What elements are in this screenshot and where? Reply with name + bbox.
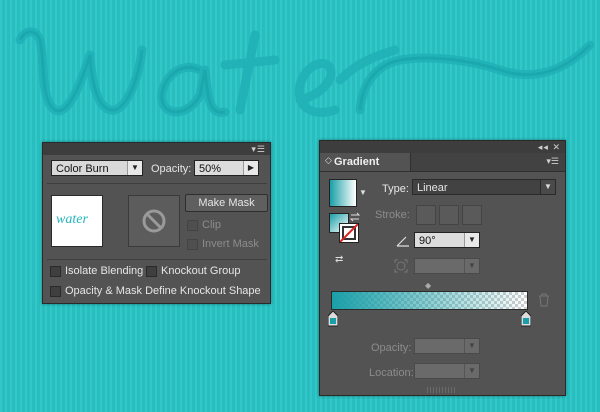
panel-control-bar[interactable]: ◂◂ ✕ — [320, 141, 565, 153]
chevron-down-icon: ▼ — [127, 161, 142, 175]
chevron-down-icon: ▼ — [540, 180, 555, 194]
stroke-label: Stroke: — [375, 209, 410, 221]
gradient-panel: ◂◂ ✕ ◇ Gradient ▾☰ ▼ Type: Linear ▼ Stro… — [319, 140, 566, 396]
knockout-group-label: Knockout Group — [161, 265, 241, 277]
isolate-blending-label: Isolate Blending — [65, 265, 144, 277]
chevron-down-icon: ▼ — [464, 364, 479, 378]
make-mask-button[interactable]: Make Mask — [185, 194, 268, 212]
angle-input[interactable]: 90° ▼ — [414, 232, 480, 248]
aspect-ratio-input[interactable]: ▼ — [414, 258, 480, 274]
divider — [47, 183, 267, 184]
gradient-ramp — [332, 292, 527, 309]
opacity-value: 50% — [199, 163, 222, 175]
stroke-along-button[interactable] — [439, 205, 459, 225]
divider — [47, 259, 267, 260]
stop-location-input[interactable]: ▼ — [414, 363, 480, 379]
blend-mode-value: Color Burn — [56, 163, 109, 175]
mask-thumbnail[interactable] — [128, 195, 180, 247]
clip-label: Clip — [202, 219, 221, 231]
reverse-gradient-icon[interactable]: ⇄ — [335, 254, 349, 268]
artwork-thumbnail[interactable]: water — [51, 195, 103, 247]
swatch-dropdown-icon[interactable]: ▼ — [359, 188, 367, 197]
chevron-right-icon[interactable]: ▶ — [243, 161, 258, 175]
gradient-slider[interactable] — [331, 291, 528, 310]
stop-opacity-input[interactable]: ▼ — [414, 338, 480, 354]
transparency-panel: ▾☰ Color Burn ▼ Opacity: 50% ▶ water Mak… — [42, 142, 271, 304]
panel-tab-bar: ◇ Gradient ▾☰ — [320, 153, 565, 172]
knockout-group-checkbox[interactable] — [146, 266, 157, 277]
close-icon[interactable]: ✕ — [552, 142, 561, 152]
gradient-stop-end[interactable] — [521, 311, 531, 327]
opacity-mask-knockout-checkbox[interactable] — [50, 286, 61, 297]
tab-gradient[interactable]: ◇ Gradient — [320, 153, 411, 171]
angle-icon — [396, 236, 409, 247]
stop-opacity-label: Opacity: — [371, 342, 412, 354]
double-chevron-left-icon[interactable]: ◂◂ — [538, 142, 549, 152]
invert-mask-checkbox[interactable] — [187, 239, 198, 250]
panel-controls: ◂◂ ✕ — [538, 141, 561, 153]
tab-gradient-label: Gradient — [334, 156, 380, 168]
tab-collapse-icon[interactable]: ◇ — [325, 155, 332, 166]
midpoint-diamond-icon[interactable]: ◆ — [425, 281, 431, 290]
fill-stroke-swap-icon[interactable] — [349, 211, 361, 223]
stroke-within-button[interactable] — [416, 205, 436, 225]
opacity-mask-knockout-label: Opacity & Mask Define Knockout Shape — [65, 285, 261, 297]
clip-checkbox[interactable] — [187, 220, 198, 231]
isolate-blending-checkbox[interactable] — [50, 266, 61, 277]
gradient-stop-start[interactable] — [328, 311, 338, 327]
panel-menu-icon[interactable]: ▾☰ — [251, 143, 266, 155]
trash-icon[interactable] — [538, 293, 550, 307]
blend-mode-dropdown[interactable]: Color Burn ▼ — [51, 160, 143, 176]
aspect-ratio-icon — [394, 259, 408, 273]
type-label: Type: — [382, 183, 409, 195]
chevron-down-icon: ▼ — [464, 259, 479, 273]
panel-menu-icon[interactable]: ▾☰ — [546, 156, 559, 167]
type-dropdown[interactable]: Linear ▼ — [412, 179, 556, 195]
panel-control-bar[interactable]: ▾☰ — [43, 143, 270, 155]
chevron-down-icon: ▼ — [464, 233, 479, 247]
opacity-input[interactable]: 50% ▶ — [194, 160, 259, 176]
stop-location-label: Location: — [369, 367, 414, 379]
panel-resize-grip[interactable] — [427, 387, 457, 393]
water-artwork — [15, 27, 595, 117]
no-mask-icon — [142, 209, 166, 233]
stroke-across-button[interactable] — [462, 205, 482, 225]
opacity-label: Opacity: — [151, 163, 192, 175]
gradient-swatch[interactable] — [329, 179, 357, 207]
invert-mask-label: Invert Mask — [202, 238, 259, 250]
chevron-down-icon: ▼ — [464, 339, 479, 353]
angle-value: 90° — [419, 235, 436, 247]
stroke-none-swatch[interactable] — [339, 223, 359, 243]
type-value: Linear — [417, 182, 448, 194]
thumbnail-text: water — [56, 212, 88, 227]
